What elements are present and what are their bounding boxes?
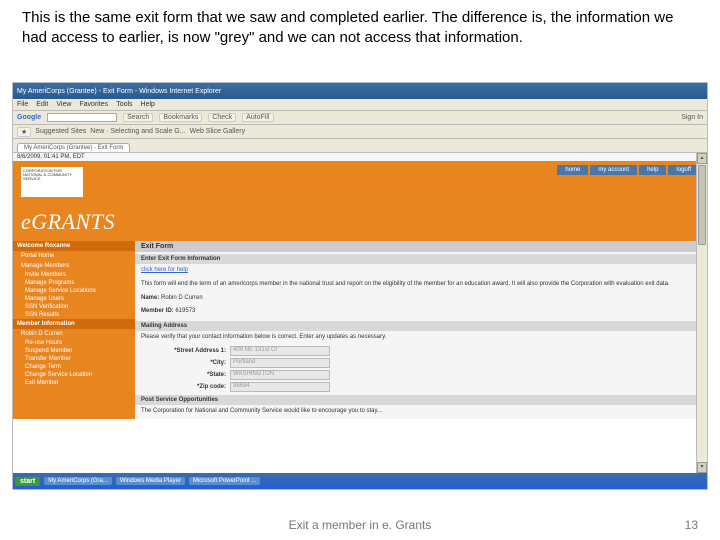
nav-logoff[interactable]: logoff	[668, 165, 699, 175]
sidebar-manage-members: Manage Members	[13, 261, 135, 271]
street-input: 409 NE 131st Ct	[230, 346, 330, 356]
egrants-brand: eGRANTS	[21, 209, 115, 235]
main-panel: Exit Form Enter Exit Form Information cl…	[135, 241, 707, 419]
start-button[interactable]: start	[15, 477, 40, 486]
sidebar-item[interactable]: Suspend Member	[13, 347, 135, 355]
corporation-logo: CORPORATION FOR NATIONAL & COMMUNITY SER…	[21, 167, 83, 197]
sidebar-item[interactable]: Exit Member	[13, 379, 135, 387]
street-row: *Street Address 1: 409 NE 131st Ct	[135, 345, 707, 357]
zip-row: *Zip code: 98684	[135, 381, 707, 393]
page-content: 8/6/2009, 01:41 PM, EDT CORPORATION FOR …	[13, 153, 707, 473]
sidebar-item[interactable]: SSN Results	[13, 311, 135, 319]
nav-help[interactable]: help	[639, 165, 666, 175]
vertical-scrollbar[interactable]: ▴ ▾	[696, 153, 707, 473]
sidebar-item[interactable]: Manage Programs	[13, 279, 135, 287]
scrollbar-thumb[interactable]	[698, 165, 706, 245]
city-input: Portland	[230, 358, 330, 368]
sidebar-item[interactable]: Invite Members	[13, 271, 135, 279]
section-mailing-address: Mailing Address	[135, 321, 707, 331]
city-row: *City: Portland	[135, 357, 707, 369]
main-heading: Exit Form	[135, 241, 707, 252]
member-id-row: Member ID: 619573	[135, 305, 707, 319]
sidebar-item[interactable]: Change Service Location	[13, 371, 135, 379]
google-label: Google	[17, 114, 41, 121]
sidebar: Welcome Roxanne Portal Home Manage Membe…	[13, 241, 135, 419]
sidebar-item[interactable]: Transfer Member	[13, 355, 135, 363]
sidebar-item[interactable]: Re-use Hours	[13, 339, 135, 347]
windows-taskbar: start My AmeriCorps (Gra... Windows Medi…	[13, 473, 707, 489]
favorites-star-icon[interactable]: ★	[17, 127, 31, 137]
timestamp: 8/6/2009, 01:41 PM, EDT	[13, 153, 707, 161]
address-intro: Please verify that your contact informat…	[135, 331, 707, 345]
city-label: *City:	[141, 360, 226, 366]
sidebar-item[interactable]: Manage Service Locations	[13, 287, 135, 295]
menu-view[interactable]: View	[56, 101, 71, 108]
browser-screenshot: My AmeriCorps (Grantee) - Exit Form - Wi…	[12, 82, 708, 490]
state-label: *State:	[141, 372, 226, 378]
top-nav: home my account help logoff	[557, 165, 699, 175]
taskbar-item[interactable]: My AmeriCorps (Gra...	[44, 477, 112, 485]
section-post-service: Post Service Opportunities	[135, 395, 707, 405]
nav-home[interactable]: home	[557, 165, 588, 175]
bookmarks-button[interactable]: Bookmarks	[159, 113, 202, 122]
tab-bar: My AmeriCorps (Grantee) - Exit Form	[13, 139, 707, 153]
browser-tab[interactable]: My AmeriCorps (Grantee) - Exit Form	[17, 143, 130, 152]
menu-file[interactable]: File	[17, 101, 28, 108]
slide-caption: This is the same exit form that we saw a…	[22, 8, 698, 47]
address-bar: ★ Suggested Sites New · Selecting and Sc…	[13, 125, 707, 139]
scroll-up-arrow-icon[interactable]: ▴	[697, 153, 707, 164]
help-link[interactable]: click here for help	[135, 264, 707, 278]
google-toolbar: Google Search Bookmarks Check AutoFill S…	[13, 111, 707, 125]
nav-myaccount[interactable]: my account	[590, 165, 637, 175]
app-header: CORPORATION FOR NATIONAL & COMMUNITY SER…	[13, 161, 707, 241]
suggested-sites-link[interactable]: Suggested Sites	[35, 128, 86, 135]
state-input: WASHINGTON	[230, 370, 330, 380]
menu-favorites[interactable]: Favorites	[79, 101, 108, 108]
zip-label: *Zip code:	[141, 384, 226, 390]
browser-titlebar: My AmeriCorps (Grantee) - Exit Form - Wi…	[13, 83, 707, 99]
section-enter-exit-info: Enter Exit Form Information	[135, 254, 707, 264]
street-label: *Street Address 1:	[141, 348, 226, 354]
search-button[interactable]: Search	[123, 113, 153, 122]
state-row: *State: WASHINGTON	[135, 369, 707, 381]
sidebar-member-info: Member Information	[13, 319, 135, 329]
news-link[interactable]: New · Selecting and Scale G...	[90, 128, 185, 135]
sidebar-item[interactable]: Change Term	[13, 363, 135, 371]
post-service-intro: The Corporation for National and Communi…	[135, 405, 707, 419]
zip-input: 98684	[230, 382, 330, 392]
scroll-down-arrow-icon[interactable]: ▾	[697, 462, 707, 473]
menu-help[interactable]: Help	[141, 101, 155, 108]
menu-tools[interactable]: Tools	[116, 101, 132, 108]
browser-title: My AmeriCorps (Grantee) - Exit Form - Wi…	[17, 88, 221, 95]
signin-link[interactable]: Sign In	[681, 114, 703, 121]
member-name-row: Name: Robin D Curren	[135, 292, 707, 306]
google-search-input[interactable]	[47, 113, 117, 122]
taskbar-item[interactable]: Microsoft PowerPoint ...	[189, 477, 260, 485]
menu-edit[interactable]: Edit	[36, 101, 48, 108]
gallery-link[interactable]: Web Slice Gallery	[190, 128, 246, 135]
sidebar-item[interactable]: Manage Users	[13, 295, 135, 303]
taskbar-item[interactable]: Windows Media Player	[116, 477, 185, 485]
sidebar-portal-home[interactable]: Portal Home	[13, 251, 135, 261]
browser-menubar: File Edit View Favorites Tools Help	[13, 99, 707, 111]
slide-number: 13	[685, 518, 698, 532]
sidebar-welcome: Welcome Roxanne	[13, 241, 135, 251]
sidebar-item[interactable]: SSN Verification	[13, 303, 135, 311]
intro-text: This form will end the term of an americ…	[135, 278, 707, 292]
autofill-button[interactable]: AutoFill	[242, 113, 273, 122]
sidebar-member-name: Robin D Curren	[13, 329, 135, 339]
check-button[interactable]: Check	[208, 113, 236, 122]
slide-footer: Exit a member in e. Grants	[0, 518, 720, 532]
